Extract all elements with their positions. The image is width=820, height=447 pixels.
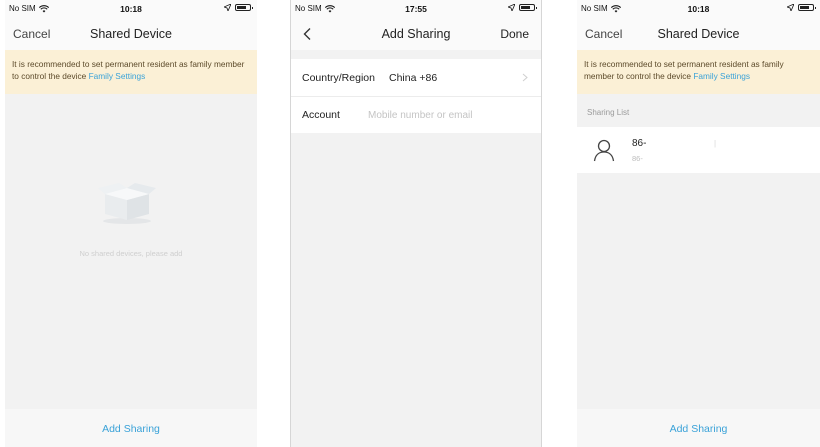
shared-user-mark: | <box>714 139 717 148</box>
done-button[interactable]: Done <box>500 27 529 41</box>
country-region-value: China +86 <box>389 71 438 84</box>
battery-icon <box>798 4 816 11</box>
family-settings-link[interactable]: Family Settings <box>693 71 750 81</box>
list-item[interactable]: 86- 86- | <box>577 127 820 173</box>
shared-user-account: 86- <box>632 154 643 163</box>
status-bar: No SIM 10:18 <box>577 0 820 18</box>
status-right <box>787 4 816 11</box>
page-title: Shared Device <box>657 27 740 41</box>
location-arrow-icon <box>508 4 515 11</box>
status-bar: No SIM 10:18 <box>5 0 257 18</box>
status-time: 17:55 <box>405 4 427 14</box>
family-settings-banner: It is recommended to set permanent resid… <box>577 50 820 94</box>
status-right <box>224 4 253 11</box>
battery-icon <box>235 4 253 11</box>
family-settings-banner: It is recommended to set permanent resid… <box>5 50 257 94</box>
status-bar: No SIM 17:55 <box>291 0 541 18</box>
status-time: 10:18 <box>687 4 710 14</box>
nav-bar: Cancel Shared Device <box>577 18 820 50</box>
list-empty-space <box>577 173 820 409</box>
battery-icon <box>519 4 537 11</box>
account-label: Account <box>302 109 340 121</box>
status-time: 10:18 <box>120 4 142 14</box>
account-row: Account <box>291 96 541 133</box>
page-title: Shared Device <box>90 27 172 41</box>
country-region-label: Country/Region <box>302 71 375 84</box>
account-input[interactable] <box>368 109 518 121</box>
empty-box-icon <box>98 183 156 224</box>
empty-state: No shared devices, please add <box>5 94 257 409</box>
nav-bar: Add Sharing Done <box>291 18 541 50</box>
sharing-list-header: Sharing List <box>587 108 630 117</box>
location-arrow-icon <box>224 4 231 11</box>
user-avatar-icon <box>593 139 615 162</box>
location-arrow-icon <box>787 4 794 11</box>
shared-user-name: 86- <box>632 138 647 149</box>
add-sharing-form: Country/Region China +86 Account <box>291 59 541 133</box>
nav-bar: Cancel Shared Device <box>5 18 257 50</box>
add-sharing-screen: No SIM 17:55 Add Sharing Done Country/Re… <box>290 0 542 447</box>
shared-device-empty-screen: No SIM 10:18 Cancel Shared Device It is … <box>5 0 257 447</box>
family-settings-link[interactable]: Family Settings <box>89 71 146 81</box>
country-region-row[interactable]: Country/Region China +86 <box>291 59 541 96</box>
status-right <box>508 4 537 11</box>
banner-text: It is recommended to set permanent resid… <box>584 59 784 81</box>
add-sharing-button[interactable]: Add Sharing <box>577 409 820 447</box>
shared-device-list-screen: No SIM 10:18 Cancel Shared Device It is … <box>577 0 820 447</box>
add-sharing-button[interactable]: Add Sharing <box>5 409 257 447</box>
chevron-right-icon <box>522 73 528 82</box>
empty-message: No shared devices, please add <box>79 249 183 258</box>
